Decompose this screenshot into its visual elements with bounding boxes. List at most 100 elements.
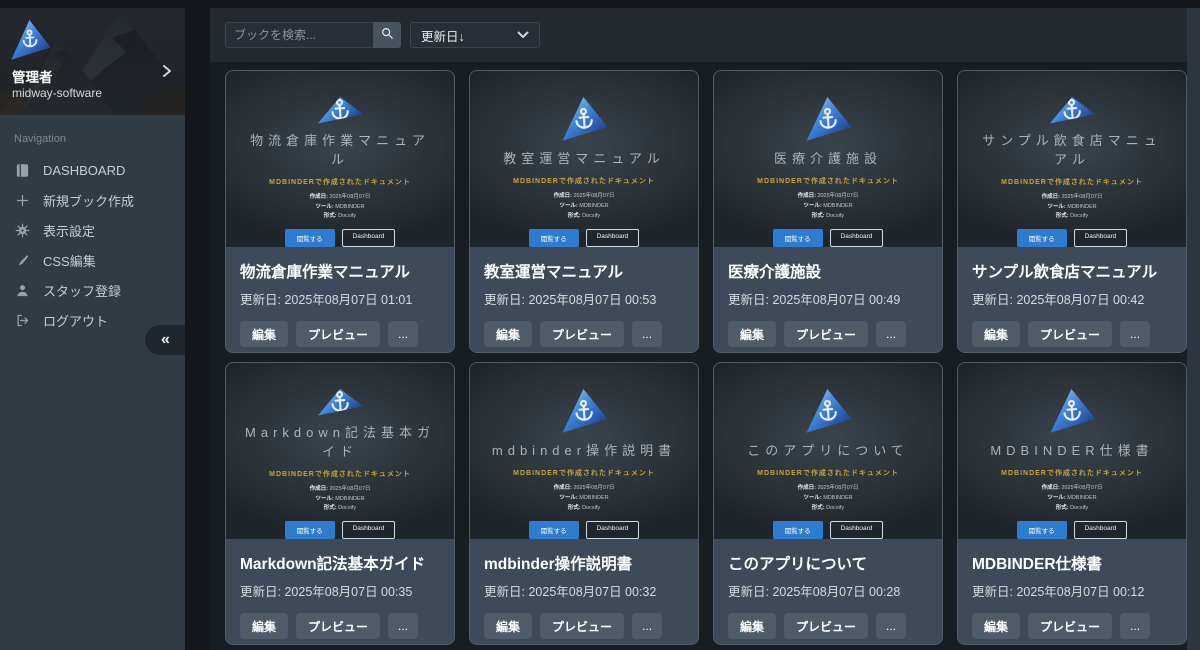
book-cover-preview[interactable]: 物流倉庫作業マニュアル MDBINDERで作成されたドキュメント 作成日: 20… <box>226 71 454 247</box>
meta-value: Docsify <box>1070 213 1088 219</box>
book-cover-preview[interactable]: このアプリについて MDBINDERで作成されたドキュメント 作成日: 2025… <box>714 363 942 539</box>
preview-view-button[interactable]: 閲覧する <box>773 229 823 247</box>
preview-view-button[interactable]: 閲覧する <box>1017 229 1067 247</box>
more-button[interactable]: ... <box>632 321 662 347</box>
sidebar-item-display-settings[interactable]: 表示設定 <box>0 215 185 245</box>
sort-dropdown[interactable]: 更新日↓ <box>410 22 540 48</box>
sidebar-item-staff-register[interactable]: スタッフ登録 <box>0 275 185 305</box>
anchor-logo-icon <box>560 95 609 142</box>
meta-value: 2025年08月07日 <box>1061 485 1102 491</box>
book-cover-preview[interactable]: 教室運営マニュアル MDBINDERで作成されたドキュメント 作成日: 2025… <box>470 71 698 247</box>
sidebar-item-css-edit[interactable]: CSS編集 <box>0 245 185 275</box>
preview-dashboard-button[interactable]: Dashboard <box>342 521 396 539</box>
edit-button[interactable]: 編集 <box>972 321 1020 347</box>
edit-button[interactable]: 編集 <box>484 613 532 639</box>
preview-subtitle: MDBINDERで作成されたドキュメント <box>513 176 655 186</box>
preview-button[interactable]: プレビュー <box>1028 321 1112 347</box>
preview-view-button[interactable]: 閲覧する <box>1017 521 1067 539</box>
preview-dashboard-button[interactable]: Dashboard <box>1074 521 1128 539</box>
sidebar-user-header[interactable]: 管理者 midway-software <box>0 8 185 115</box>
meta-label: 形式: <box>568 505 581 511</box>
meta-value: 2025年08月07日 <box>573 193 614 199</box>
logout-icon <box>14 312 30 328</box>
anchor-logo-icon <box>804 95 853 142</box>
book-cover-preview[interactable]: 医療介護施設 MDBINDERで作成されたドキュメント 作成日: 2025年08… <box>714 71 942 247</box>
edit-button[interactable]: 編集 <box>972 613 1020 639</box>
search-input[interactable] <box>225 22 373 48</box>
preview-buttons: 閲覧する Dashboard <box>773 229 884 247</box>
preview-dashboard-button[interactable]: Dashboard <box>586 521 640 539</box>
preview-buttons: 閲覧する Dashboard <box>773 521 884 539</box>
book-cover-preview[interactable]: MDBINDER仕様書 MDBINDERで作成されたドキュメント 作成日: 20… <box>958 363 1186 539</box>
sidebar: 管理者 midway-software Navigation DASHBOARD… <box>0 8 185 650</box>
preview-dashboard-button[interactable]: Dashboard <box>342 229 396 247</box>
sidebar-item-new-book[interactable]: 新規ブック作成 <box>0 185 185 215</box>
edit-button[interactable]: 編集 <box>240 321 288 347</box>
scrollbar-track[interactable] <box>1187 8 1200 650</box>
book-updated: 更新日: 2025年08月07日 00:32 <box>484 581 684 600</box>
preview-title: 教室運営マニュアル <box>503 150 665 169</box>
preview-subtitle: MDBINDERで作成されたドキュメント <box>269 177 411 187</box>
preview-meta: 作成日: 2025年08月07日 ツール: MDBINDER 形式: Docsi… <box>798 484 859 514</box>
edit-button[interactable]: 編集 <box>240 613 288 639</box>
book-cover-preview[interactable]: Markdown記法基本ガイド MDBINDERで作成されたドキュメント 作成日… <box>226 363 454 539</box>
edit-button[interactable]: 編集 <box>728 613 776 639</box>
meta-value: MDBINDER <box>579 203 608 209</box>
meta-value: Docsify <box>826 213 844 219</box>
chevron-down-icon <box>517 28 529 42</box>
updated-value: 2025年08月07日 00:32 <box>528 585 656 599</box>
more-button[interactable]: ... <box>388 321 418 347</box>
book-cover-preview[interactable]: サンプル飲食店マニュアル MDBINDERで作成されたドキュメント 作成日: 2… <box>958 71 1186 247</box>
preview-button[interactable]: プレビュー <box>540 321 624 347</box>
book-cover-preview[interactable]: mdbinder操作説明書 MDBINDERで作成されたドキュメント 作成日: … <box>470 363 698 539</box>
preview-button[interactable]: プレビュー <box>784 321 868 347</box>
meta-value: 2025年08月07日 <box>329 486 370 492</box>
book-card: Markdown記法基本ガイド MDBINDERで作成されたドキュメント 作成日… <box>225 362 455 645</box>
updated-prefix: 更新日: <box>728 585 769 599</box>
edit-button[interactable]: 編集 <box>484 321 532 347</box>
preview-view-button[interactable]: 閲覧する <box>285 521 335 539</box>
more-button[interactable]: ... <box>876 321 906 347</box>
sidebar-item-dashboard[interactable]: DASHBOARD <box>0 155 185 185</box>
preview-title: 医療介護施設 <box>774 150 882 169</box>
preview-dashboard-button[interactable]: Dashboard <box>1074 229 1128 247</box>
chevron-right-icon[interactable] <box>161 64 173 83</box>
preview-dashboard-button[interactable]: Dashboard <box>586 229 640 247</box>
preview-view-button[interactable]: 閲覧する <box>529 521 579 539</box>
preview-button[interactable]: プレビュー <box>540 613 624 639</box>
updated-prefix: 更新日: <box>728 293 769 307</box>
more-button[interactable]: ... <box>1120 613 1150 639</box>
preview-button[interactable]: プレビュー <box>784 613 868 639</box>
search-button[interactable] <box>373 22 401 48</box>
meta-value: MDBINDER <box>335 204 364 210</box>
updated-value: 2025年08月07日 00:42 <box>1016 293 1144 307</box>
more-button[interactable]: ... <box>632 613 662 639</box>
preview-dashboard-button[interactable]: Dashboard <box>830 521 884 539</box>
book-title: 教室運営マニュアル <box>484 260 684 282</box>
book-updated: 更新日: 2025年08月07日 00:42 <box>972 289 1172 308</box>
updated-prefix: 更新日: <box>240 585 281 599</box>
edit-button[interactable]: 編集 <box>728 321 776 347</box>
meta-value: MDBINDER <box>1067 204 1096 210</box>
user-org: midway-software <box>12 86 102 100</box>
preview-view-button[interactable]: 閲覧する <box>773 521 823 539</box>
preview-dashboard-button[interactable]: Dashboard <box>830 229 884 247</box>
sidebar-collapse-button[interactable]: « <box>145 325 185 355</box>
book-card: 教室運営マニュアル MDBINDERで作成されたドキュメント 作成日: 2025… <box>469 70 699 353</box>
anchor-logo-icon <box>1048 95 1096 124</box>
more-button[interactable]: ... <box>1120 321 1150 347</box>
preview-button[interactable]: プレビュー <box>296 321 380 347</box>
anchor-logo-icon <box>316 95 364 124</box>
meta-label: 作成日: <box>554 485 572 491</box>
more-button[interactable]: ... <box>388 613 418 639</box>
book-updated: 更新日: 2025年08月07日 00:28 <box>728 581 928 600</box>
preview-view-button[interactable]: 閲覧する <box>529 229 579 247</box>
book-updated: 更新日: 2025年08月07日 01:01 <box>240 289 440 308</box>
preview-button[interactable]: プレビュー <box>296 613 380 639</box>
more-button[interactable]: ... <box>876 613 906 639</box>
book-actions: 編集 プレビュー ... <box>728 321 928 347</box>
preview-title: サンプル飲食店マニュアル <box>974 132 1170 170</box>
preview-button[interactable]: プレビュー <box>1028 613 1112 639</box>
preview-view-button[interactable]: 閲覧する <box>285 229 335 247</box>
meta-label: 作成日: <box>798 193 816 199</box>
